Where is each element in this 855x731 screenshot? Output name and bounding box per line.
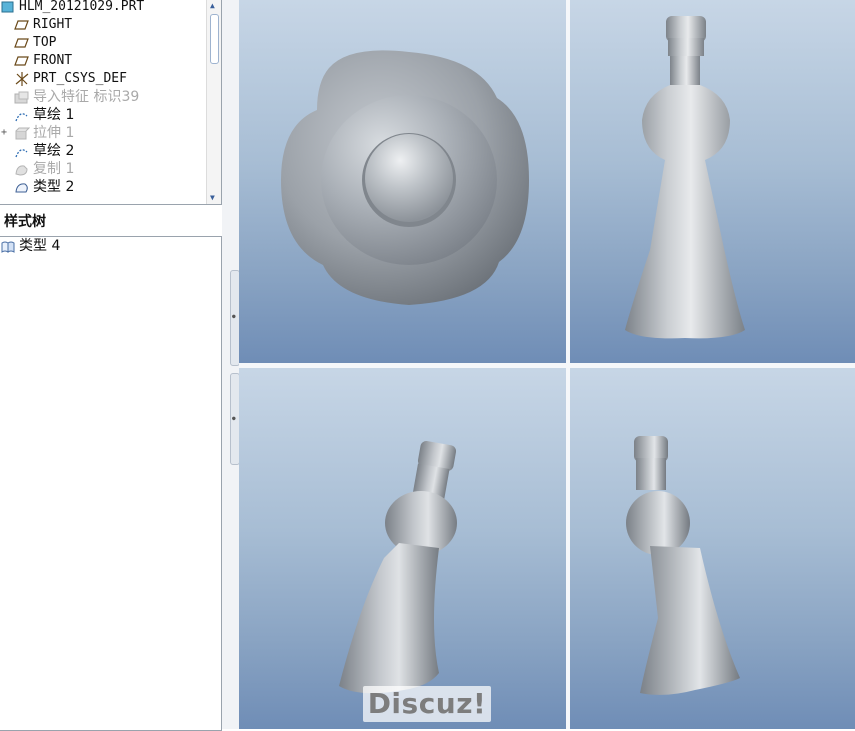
model-tree-item-label: PRT_CSYS_DEF [33, 71, 127, 86]
model-tree[interactable]: HLM_20121029.PRT RIGHT TOP FRONT PRT_CSYS_DE… [0, 0, 222, 205]
style-tree-title: 样式树 [4, 214, 46, 230]
scroll-up-arrow-icon[interactable]: ▲ [210, 1, 215, 10]
scroll-thumb[interactable] [210, 14, 219, 64]
model-tree-item-label: FRONT [33, 53, 73, 68]
model-tree-item[interactable]: + 拉伸 1 [1, 124, 75, 142]
bottle-rotated-render [626, 436, 740, 695]
coordinate-system-icon [14, 71, 30, 86]
datum-plane-icon [14, 54, 30, 68]
style-tree-item[interactable]: 类型 4 [0, 237, 60, 255]
model-tree-item[interactable]: PRT_CSYS_DEF [14, 70, 127, 88]
import-feature-icon [14, 91, 30, 105]
model-tree-item[interactable]: HLM_20121029.PRT [0, 0, 144, 16]
model-tree-item[interactable]: 草绘 1 [14, 106, 74, 124]
viewport-top-view[interactable] [239, 0, 566, 363]
viewport-front-view[interactable] [570, 0, 855, 363]
model-tree-item-label: RIGHT [33, 17, 73, 32]
copy-icon [14, 163, 30, 177]
bottle-isometric-render [339, 441, 457, 694]
extrude-icon [14, 127, 30, 141]
model-tree-item-label: 拉伸 1 [33, 125, 75, 141]
model-tree-item-label: 草绘 2 [33, 143, 75, 159]
bottle-front-view-render [625, 16, 745, 339]
model-tree-item-label: HLM_20121029.PRT [19, 0, 145, 14]
left-panel: HLM_20121029.PRT RIGHT TOP FRONT PRT_CSYS_DE… [0, 0, 222, 731]
datum-plane-icon [14, 18, 30, 32]
model-tree-item[interactable]: 草绘 2 [14, 142, 74, 160]
model-tree-item-label: 复制 1 [33, 161, 75, 177]
datum-plane-icon [14, 36, 30, 50]
model-tree-item[interactable]: RIGHT [14, 16, 72, 34]
viewport-isometric-view[interactable] [239, 368, 566, 729]
model-tree-item[interactable]: 复制 1 [14, 160, 74, 178]
model-tree-item[interactable]: 类型 2 [14, 178, 74, 196]
style-tree-item-label: 类型 4 [19, 238, 61, 254]
viewport-rotated-view[interactable] [570, 368, 855, 729]
scroll-down-arrow-icon[interactable]: ▼ [210, 193, 215, 202]
model-tree-item-label: 草绘 1 [33, 107, 75, 123]
part-icon [0, 0, 16, 14]
style-tree[interactable]: 类型 4 [0, 236, 222, 731]
model-tree-item[interactable]: 导入特征 标识39 [14, 88, 139, 106]
style-icon [14, 181, 30, 195]
model-tree-item-label: 导入特征 标识39 [33, 89, 140, 105]
discuz-watermark: Discuz! [363, 686, 491, 722]
panel-splitter[interactable]: ● ● [222, 0, 240, 729]
model-tree-item-label: 类型 2 [33, 179, 75, 195]
model-tree-item-label: TOP [33, 35, 57, 50]
style-feature-icon [0, 240, 16, 254]
model-tree-item[interactable]: FRONT [14, 52, 72, 70]
sketch-icon [14, 109, 30, 123]
sketch-icon [14, 145, 30, 159]
model-tree-scrollbar[interactable]: ▲ ▼ [206, 0, 221, 204]
bottle-top-view-render [281, 50, 529, 305]
expand-toggle-icon[interactable]: + [1, 124, 7, 142]
model-tree-item[interactable]: TOP [14, 34, 56, 52]
